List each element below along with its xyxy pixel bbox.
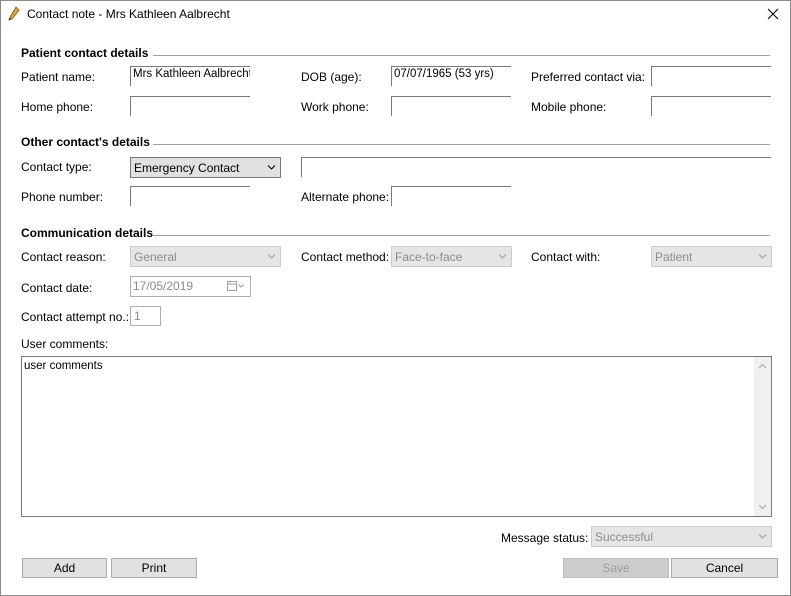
preferred-contact-label: Preferred contact via: [531, 70, 646, 84]
comments-scrollbar[interactable] [754, 357, 771, 516]
scroll-down-arrow-icon[interactable] [758, 504, 767, 510]
chevron-down-icon [267, 165, 276, 170]
contact-note-window: Contact note - Mrs Kathleen Aalbrecht Pa… [0, 0, 791, 596]
contact-method-value: Face-to-face [395, 250, 463, 264]
chevron-down-icon [758, 534, 767, 539]
other-contact-section-title: Other contact's details [21, 135, 150, 149]
calendar-icon [227, 281, 244, 291]
contact-attempt-label: Contact attempt no.: [21, 310, 130, 324]
contact-name-field[interactable] [301, 157, 771, 177]
contact-type-value: Emergency Contact [134, 161, 240, 175]
phone-number-field[interactable] [130, 186, 250, 206]
patient-name-label: Patient name: [21, 70, 96, 84]
contact-type-dropdown[interactable]: Emergency Contact [130, 157, 281, 178]
contact-date-picker[interactable]: 17/05/2019 [130, 276, 251, 297]
user-comments-text: user comments [24, 360, 103, 372]
communication-section-divider [153, 235, 770, 236]
mobile-phone-label: Mobile phone: [531, 100, 607, 114]
communication-section-title: Communication details [21, 226, 154, 240]
contact-with-dropdown[interactable]: Patient [651, 246, 772, 267]
print-button[interactable]: Print [111, 558, 197, 578]
close-icon [767, 8, 779, 20]
contact-reason-dropdown[interactable]: General [130, 246, 281, 267]
mobile-phone-field[interactable] [651, 96, 771, 116]
work-phone-label: Work phone: [301, 100, 369, 114]
patient-section-divider [153, 55, 770, 56]
chevron-down-icon [267, 254, 276, 259]
contact-reason-value: General [134, 250, 177, 264]
contact-attempt-field[interactable]: 1 [130, 306, 161, 326]
chevron-down-icon [758, 254, 767, 259]
user-comments-textarea[interactable]: user comments [21, 356, 772, 517]
chevron-down-icon [498, 254, 507, 259]
contact-with-label: Contact with: [531, 250, 601, 264]
scroll-up-arrow-icon[interactable] [758, 363, 767, 369]
message-status-value: Successful [595, 530, 654, 544]
contact-reason-label: Contact reason: [21, 250, 106, 264]
title-bar: Contact note - Mrs Kathleen Aalbrecht [1, 1, 790, 27]
contact-date-label: Contact date: [21, 281, 93, 295]
pen-nib-icon [8, 6, 20, 21]
phone-number-label: Phone number: [21, 190, 104, 204]
add-button[interactable]: Add [22, 558, 107, 578]
contact-type-label: Contact type: [21, 160, 92, 174]
dob-field[interactable]: 07/07/1965 (53 yrs) [391, 66, 511, 86]
work-phone-field[interactable] [391, 96, 511, 116]
alternate-phone-field[interactable] [391, 186, 511, 206]
home-phone-label: Home phone: [21, 100, 94, 114]
contact-method-dropdown[interactable]: Face-to-face [391, 246, 512, 267]
other-contact-section-divider [153, 144, 770, 145]
dob-label: DOB (age): [301, 70, 362, 84]
contact-date-value: 17/05/2019 [133, 279, 194, 293]
window-title: Contact note - Mrs Kathleen Aalbrecht [27, 7, 230, 21]
message-status-dropdown[interactable]: Successful [591, 526, 772, 547]
contact-method-label: Contact method: [301, 250, 390, 264]
save-button[interactable]: Save [563, 558, 669, 578]
alternate-phone-label: Alternate phone: [301, 190, 390, 204]
home-phone-field[interactable] [130, 96, 250, 116]
preferred-contact-field[interactable] [651, 66, 771, 86]
user-comments-label: User comments: [21, 337, 109, 351]
message-status-label: Message status: [501, 531, 589, 545]
patient-name-field[interactable]: Mrs Kathleen Aalbrecht [130, 66, 250, 86]
patient-section-title: Patient contact details [21, 46, 149, 60]
contact-with-value: Patient [655, 250, 693, 264]
cancel-button[interactable]: Cancel [671, 558, 778, 578]
close-button[interactable] [756, 1, 790, 27]
